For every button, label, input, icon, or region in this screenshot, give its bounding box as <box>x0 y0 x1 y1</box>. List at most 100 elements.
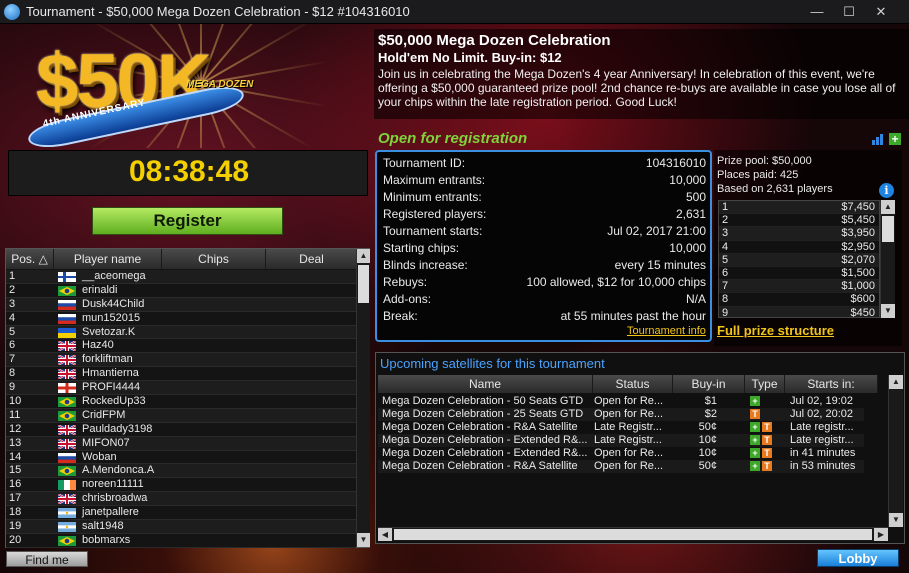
player-row[interactable]: 14 Woban <box>6 451 356 465</box>
player-row[interactable]: 11 CridFPM <box>6 408 356 423</box>
column-header-pos[interactable]: Pos. △ <box>6 249 54 269</box>
scroll-thumb[interactable] <box>358 265 369 303</box>
satellite-status: Open for Re... <box>594 408 664 420</box>
satellite-row[interactable]: Mega Dozen Celebration - 25 Seats GTD Ope… <box>378 408 864 421</box>
flag-gb-icon <box>57 437 77 450</box>
scroll-up-icon[interactable]: ▲ <box>889 375 903 389</box>
satellite-row[interactable]: Mega Dozen Celebration - R&A Satellite Op… <box>378 460 864 473</box>
detail-row: Blinds increase: every 15 minutes <box>383 258 706 275</box>
find-me-button[interactable]: Find me <box>6 551 88 567</box>
flag-fi-icon <box>58 272 76 282</box>
tournament-info-link[interactable]: Tournament info <box>627 325 706 337</box>
scroll-down-icon[interactable]: ▼ <box>357 533 370 547</box>
player-name: noreen11111 <box>82 478 144 491</box>
player-row[interactable]: 19 salt1948 <box>6 520 356 534</box>
player-position: 1 <box>9 270 16 282</box>
player-list-scrollbar[interactable]: ▲ ▼ <box>356 249 370 547</box>
player-name: Woban <box>82 450 117 463</box>
column-header-buyin[interactable]: Buy-in <box>673 375 745 393</box>
satellite-starts: Jul 02, 20:02 <box>790 408 853 420</box>
close-button[interactable]: ✕ <box>866 2 896 22</box>
satellites-hscrollbar[interactable]: ◀ ▶ <box>378 527 888 541</box>
detail-value: 500 <box>685 190 706 204</box>
column-header-starts[interactable]: Starts in: <box>785 375 878 393</box>
flag-gb-icon <box>57 493 77 506</box>
player-row[interactable]: 4 mun152015 <box>6 312 356 326</box>
scroll-down-icon[interactable]: ▼ <box>889 513 903 527</box>
player-row[interactable]: 8 Hmantierna <box>6 367 356 382</box>
player-name: MIFON07 <box>82 436 130 449</box>
player-row[interactable]: 5 Svetozar.K <box>6 325 356 340</box>
player-row[interactable]: 2 erinaldi <box>6 284 356 298</box>
scroll-left-icon[interactable]: ◀ <box>378 528 392 541</box>
player-row[interactable]: 18 janetpallere <box>6 506 356 521</box>
player-row[interactable]: 15 A.Mendonca.A <box>6 464 356 479</box>
column-header-chips[interactable]: Chips <box>162 249 266 269</box>
register-button[interactable]: Register <box>92 207 283 235</box>
player-row[interactable]: 6 Haz40 <box>6 339 356 354</box>
info-icon[interactable]: i <box>879 183 894 198</box>
satellite-row[interactable]: Mega Dozen Celebration - Extended R&... L… <box>378 434 864 447</box>
detail-value: 10,000 <box>669 173 706 187</box>
stats-bars-icon[interactable] <box>872 134 883 145</box>
satellite-status: Late Registr... <box>594 421 662 433</box>
column-header-player-name[interactable]: Player name <box>54 249 162 269</box>
player-row[interactable]: 7 forkliftman <box>6 353 356 368</box>
maximize-button[interactable]: ☐ <box>834 2 864 22</box>
scroll-thumb[interactable] <box>394 529 872 540</box>
player-position: 7 <box>9 353 16 366</box>
satellite-row[interactable]: Mega Dozen Celebration - 50 Seats GTD Ope… <box>378 395 864 408</box>
player-name: __aceomega <box>82 270 146 282</box>
detail-label: Tournament ID: <box>383 156 466 170</box>
sort-asc-icon: △ <box>38 252 48 266</box>
player-row[interactable]: 3 Dusk44Child <box>6 297 356 312</box>
column-header-type[interactable]: Type <box>745 375 785 393</box>
prize-amount: $450 <box>850 306 875 318</box>
rebuy-plus-icon: + <box>750 461 760 472</box>
detail-value: Jul 02, 2017 21:00 <box>607 224 706 238</box>
satellite-buyin: 10¢ <box>698 447 717 459</box>
player-rows: 1 __aceomega 2 erinaldi 3 Dusk44Child 4 mun1520… <box>6 270 356 548</box>
rebuy-plus-icon: + <box>750 448 760 459</box>
lobby-button[interactable]: Lobby <box>817 549 899 567</box>
flag-ar-icon <box>58 508 76 519</box>
detail-row: Break: at 55 minutes past the hour <box>383 309 706 326</box>
add-plus-icon[interactable]: + <box>889 133 901 145</box>
registration-status: Open for registration <box>378 130 528 147</box>
detail-value: every 15 minutes <box>614 258 706 272</box>
satellite-status: Open for Re... <box>594 460 664 472</box>
column-header-name[interactable]: Name <box>378 375 593 393</box>
scroll-right-icon[interactable]: ▶ <box>874 528 888 541</box>
satellite-status: Open for Re... <box>594 447 664 459</box>
detail-row: Registered players: 2,631 <box>383 207 706 224</box>
prize-scrollbar[interactable]: ▲ ▼ <box>880 200 895 318</box>
player-row[interactable]: 17 chrisbroadwa <box>6 492 356 507</box>
scroll-down-icon[interactable]: ▼ <box>881 304 895 318</box>
player-row[interactable]: 10 RockedUp33 <box>6 395 356 409</box>
detail-value: 104316010 <box>645 156 706 170</box>
flag-gb-icon <box>57 423 77 436</box>
detail-label: Maximum entrants: <box>383 173 486 187</box>
player-row[interactable]: 9 PROFI4444 <box>6 381 356 396</box>
satellite-row[interactable]: Mega Dozen Celebration - Extended R&... O… <box>378 447 864 460</box>
scroll-up-icon[interactable]: ▲ <box>357 249 370 263</box>
column-header-status[interactable]: Status <box>593 375 673 393</box>
scroll-thumb[interactable] <box>882 216 894 242</box>
player-row[interactable]: 13 MIFON07 <box>6 436 356 451</box>
player-row[interactable]: 12 Pauldady3198 <box>6 423 356 437</box>
satellite-starts: Jul 02, 19:02 <box>790 395 853 407</box>
player-row[interactable]: 16 noreen11111 <box>6 478 356 493</box>
player-row[interactable]: 1 __aceomega <box>6 270 356 284</box>
satellite-starts: in 53 minutes <box>790 460 856 472</box>
flag-gb-icon <box>57 340 77 353</box>
player-name: Hmantierna <box>82 367 139 380</box>
full-prize-structure-link[interactable]: Full prize structure <box>717 323 834 338</box>
column-header-deal[interactable]: Deal <box>266 249 358 269</box>
satellites-vscrollbar[interactable]: ▲ ▼ <box>888 375 903 527</box>
scroll-up-icon[interactable]: ▲ <box>881 200 895 214</box>
minimize-button[interactable]: — <box>802 2 832 22</box>
satellite-row[interactable]: Mega Dozen Celebration - R&A Satellite La… <box>378 421 864 434</box>
player-position: 5 <box>9 325 16 338</box>
player-row[interactable]: 20 bobmarxs <box>6 534 356 548</box>
player-position: 16 <box>9 478 22 491</box>
